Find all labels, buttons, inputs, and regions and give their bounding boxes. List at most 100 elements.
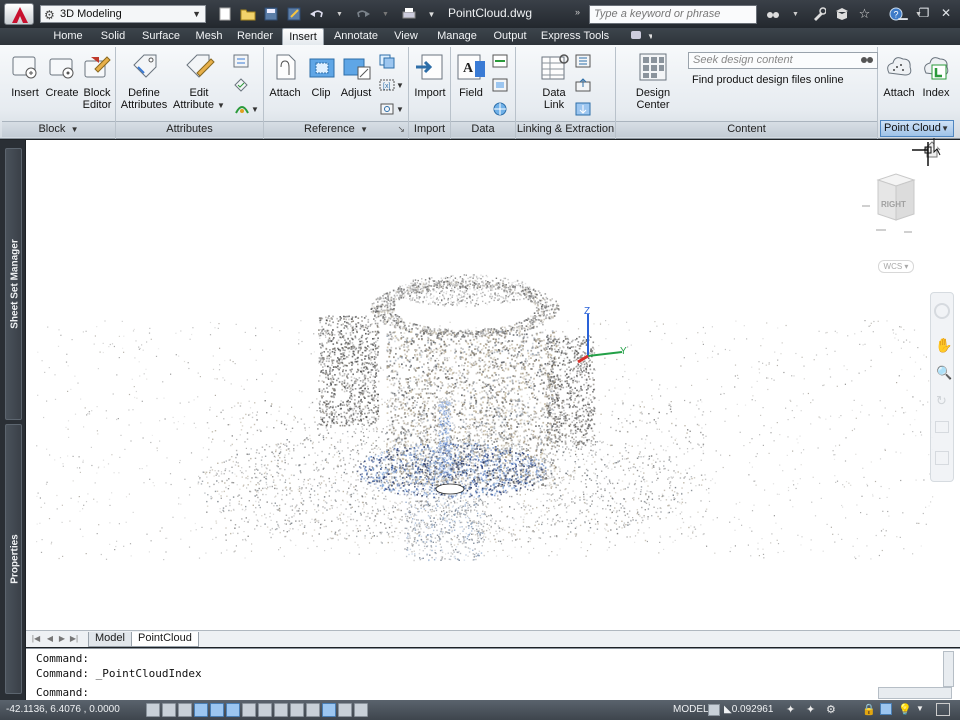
model-space-button[interactable]: MODEL (673, 704, 709, 715)
frames-vary-button[interactable]: [x] ▼ (376, 75, 406, 95)
tab-surface[interactable]: Surface (136, 28, 186, 45)
point-cloud-attach-button[interactable]: Attach (880, 51, 918, 99)
seek-binoculars-icon[interactable] (860, 53, 874, 68)
dialog-launcher-icon[interactable]: ↘ (397, 122, 405, 137)
design-center-button[interactable]: Design Center (618, 51, 688, 111)
download-data-button[interactable] (572, 99, 594, 119)
next-layout-icon[interactable]: ▶ (56, 633, 68, 645)
tab-express-tools[interactable]: Express Tools (536, 28, 614, 45)
adjust-button[interactable]: Adjust (338, 51, 374, 99)
create-block-button[interactable]: Create (44, 51, 80, 99)
viewcube[interactable]: RIGHT (856, 170, 926, 253)
selection-cycling-toggle[interactable] (354, 703, 368, 717)
open-icon[interactable] (237, 5, 258, 23)
transparency-toggle[interactable] (322, 703, 336, 717)
redo-icon[interactable] (352, 5, 373, 23)
save-icon[interactable] (260, 5, 281, 23)
insert-block-button[interactable]: Insert (4, 51, 46, 99)
binoculars-icon[interactable] (762, 5, 783, 23)
attach-reference-button[interactable]: Attach (266, 51, 304, 99)
tab-manage[interactable]: Manage (430, 28, 484, 45)
undo-icon[interactable] (306, 5, 327, 23)
quick-view-layouts-icon[interactable] (708, 704, 720, 716)
block-editor-button[interactable]: Block Editor (78, 51, 116, 111)
ortho-mode-toggle[interactable] (194, 703, 208, 717)
tab-pointcloud[interactable]: PointCloud (131, 632, 199, 647)
object-snap-toggle[interactable] (226, 703, 240, 717)
command-scrollbar[interactable] (943, 651, 954, 687)
tab-annotate[interactable]: Annotate (330, 28, 382, 45)
status-menu-icon[interactable]: ▼ (916, 704, 924, 713)
ribbon-minimize-button[interactable]: ▼ (620, 28, 660, 45)
properties-tab[interactable]: Properties (5, 424, 22, 694)
isolate-objects-icon[interactable]: 💡 (898, 703, 912, 716)
undo-dropdown-icon[interactable]: ▼ (329, 5, 350, 23)
edit-attribute-button[interactable]: Edit Attribute ▼ (172, 51, 226, 112)
drawing-viewport[interactable]: Z Y RIGHT WCS ▾ (26, 140, 960, 630)
tab-insert[interactable]: Insert (282, 28, 324, 45)
clip-button[interactable]: Clip (306, 51, 336, 99)
hardware-acceleration-icon[interactable] (880, 703, 892, 715)
define-attributes-button[interactable]: Define Attributes (118, 51, 170, 111)
data-link-button[interactable]: Data Link (536, 51, 572, 111)
tab-home[interactable]: Home (46, 28, 90, 45)
auto-scale-icon[interactable]: ✦ (806, 703, 815, 716)
previous-layout-icon[interactable]: ◀ (44, 633, 56, 645)
showmotion-icon[interactable] (935, 421, 949, 433)
sheet-set-manager-tab[interactable]: Sheet Set Manager (5, 148, 22, 420)
underlay-layers-button[interactable] (376, 51, 398, 71)
tab-mesh[interactable]: Mesh (190, 28, 228, 45)
annotation-visibility-icon[interactable]: ✦ (786, 703, 795, 716)
first-layout-icon[interactable]: |◀ (30, 633, 42, 645)
application-menu-button[interactable] (4, 3, 34, 25)
lock-icon[interactable]: 🔒 (862, 703, 876, 716)
steering-wheel-icon[interactable] (934, 303, 950, 319)
subscription-icon[interactable] (808, 5, 829, 23)
grid-display-toggle[interactable] (178, 703, 192, 717)
reference-panel-title[interactable]: Reference ▼ ↘ (264, 121, 408, 137)
import-button[interactable]: Import (411, 51, 449, 99)
favorites-icon[interactable]: ☆ (854, 5, 875, 23)
seek-search-input[interactable]: Seek design content (688, 52, 878, 69)
search-dropdown-icon[interactable]: ▼ (785, 5, 806, 23)
nav-customize-icon[interactable] (935, 451, 949, 465)
field-button[interactable]: A Field (453, 51, 489, 99)
upload-data-button[interactable] (572, 75, 594, 95)
command-hscrollbar[interactable] (878, 687, 952, 699)
redo-dropdown-icon[interactable]: ▼ (375, 5, 396, 23)
point-cloud-index-button[interactable]: Index (918, 51, 954, 99)
sync-attributes-button[interactable] (230, 75, 252, 95)
workspace-select[interactable]: ⚙ 3D Modeling ▼ (40, 5, 206, 23)
clean-screen-icon[interactable] (936, 703, 950, 716)
restore-icon[interactable]: ❐ (914, 4, 934, 22)
hyperlink-button[interactable] (489, 99, 511, 119)
object-snap-tracking-toggle[interactable] (258, 703, 272, 717)
annotation-scale[interactable]: ◣0.092961 (724, 704, 773, 715)
plot-icon[interactable] (398, 5, 419, 23)
tab-render[interactable]: Render (232, 28, 278, 45)
lineweight-toggle[interactable] (306, 703, 320, 717)
point-cloud-panel-title[interactable]: Point Cloud ▼ (880, 120, 954, 137)
last-layout-icon[interactable]: ▶| (68, 633, 80, 645)
coordinates-readout[interactable]: -42.1136, 6.4076 , 0.0000 (6, 704, 120, 715)
help-search-input[interactable]: Type a keyword or phrase (589, 5, 757, 24)
ole-object-button[interactable] (489, 75, 511, 95)
minimize-icon[interactable]: ▁ (893, 4, 913, 22)
3d-object-snap-toggle[interactable] (242, 703, 256, 717)
communication-center-icon[interactable] (831, 5, 852, 23)
tab-model[interactable]: Model (88, 632, 132, 647)
manage-attributes-button[interactable] (230, 51, 252, 71)
block-panel-title[interactable]: Block ▼ (2, 121, 115, 137)
snap-to-underlays-button[interactable]: ▼ (376, 99, 406, 119)
command-input[interactable]: Command: (36, 686, 89, 699)
snap-mode-toggle[interactable] (162, 703, 176, 717)
save-as-icon[interactable] (283, 5, 304, 23)
extract-data-button[interactable] (572, 51, 594, 71)
tab-solid[interactable]: Solid (94, 28, 132, 45)
tab-output[interactable]: Output (488, 28, 532, 45)
pan-icon[interactable]: ✋ (935, 337, 952, 354)
zoom-icon[interactable]: 🔍 (936, 365, 952, 381)
infer-constraints-toggle[interactable] (146, 703, 160, 717)
close-icon[interactable]: ✕ (936, 4, 956, 22)
quick-properties-toggle[interactable] (338, 703, 352, 717)
